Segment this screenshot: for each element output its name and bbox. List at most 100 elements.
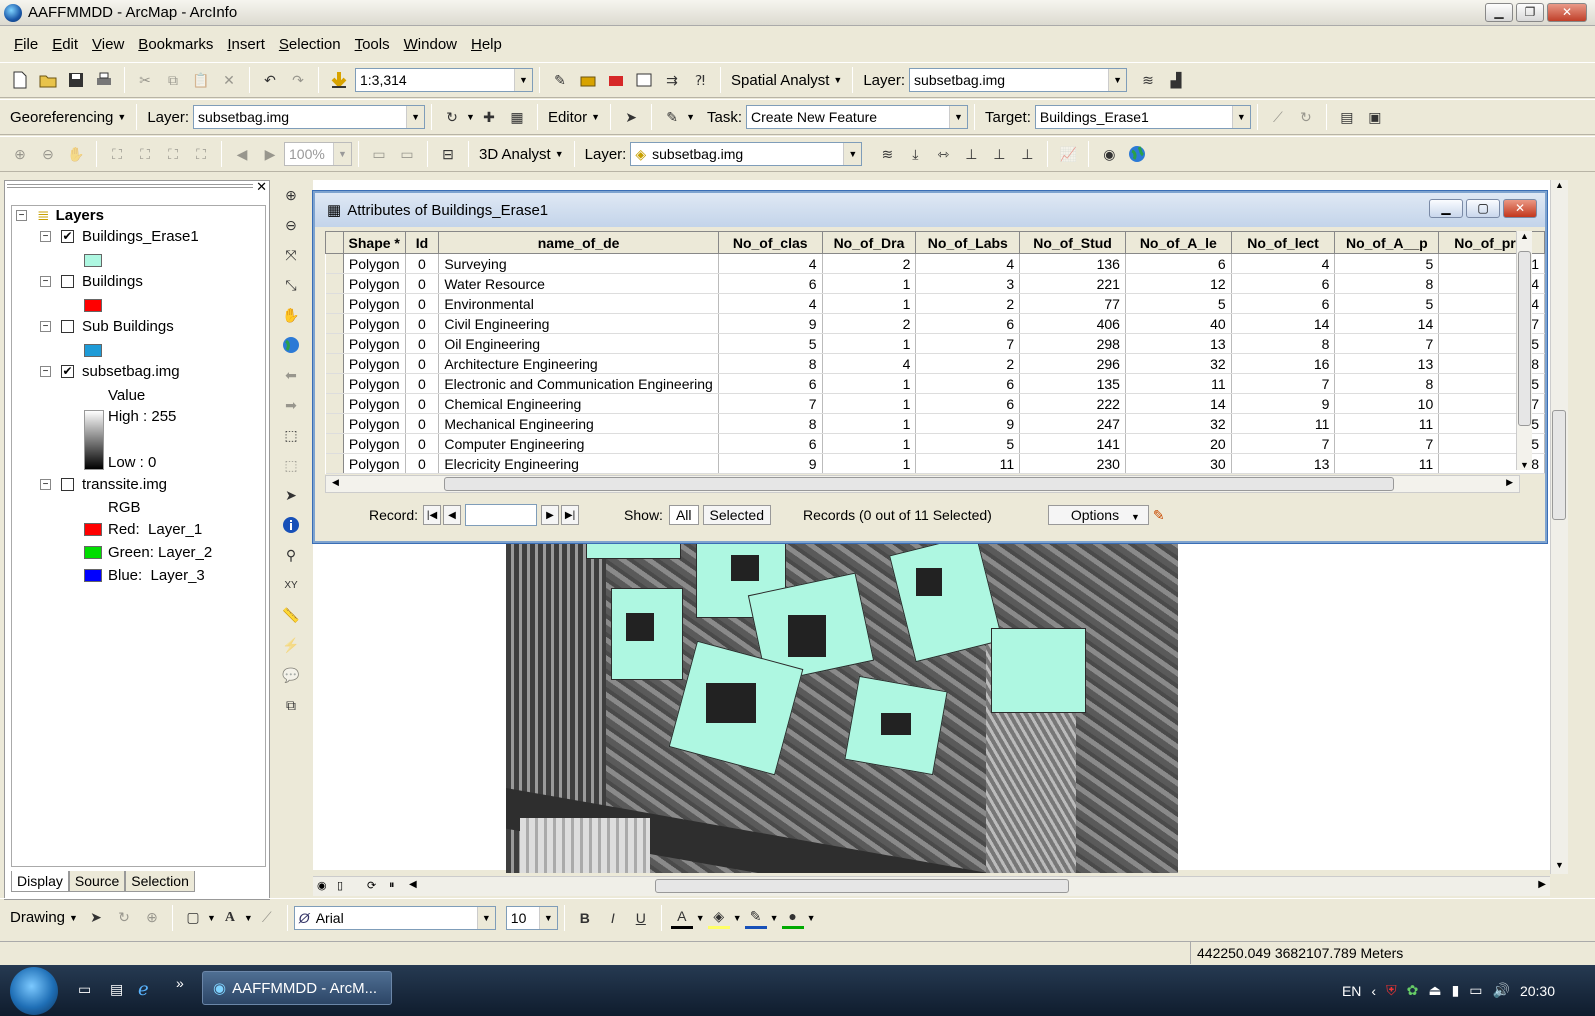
identify-icon[interactable] [280, 514, 302, 536]
scroll-up-icon[interactable]: ▲ [1551, 180, 1568, 194]
table-cell[interactable]: 1 [822, 453, 917, 474]
editor-menu[interactable]: Editor ▼ [548, 109, 600, 126]
legend-swatch[interactable] [84, 254, 102, 267]
scroll-left-icon[interactable]: ◀ [332, 477, 339, 488]
minimize-button[interactable]: ▁ [1485, 3, 1513, 22]
layer-checkbox[interactable] [61, 320, 74, 333]
collapse-icon[interactable]: − [40, 231, 51, 242]
table-cell[interactable]: 0 [405, 273, 440, 294]
cut-icon[interactable]: ✂ [134, 69, 156, 91]
volume-icon[interactable]: 🔊 [1493, 982, 1510, 999]
building-polygon[interactable] [586, 543, 681, 559]
table-vertical-scrollbar[interactable]: ▲ ▼ [1516, 231, 1532, 470]
go-to-xy-icon[interactable]: XY [280, 574, 302, 596]
table-cell[interactable]: 9 [718, 453, 823, 474]
table-cell[interactable]: Oil Engineering [438, 333, 719, 354]
table-cell[interactable]: 77 [1019, 293, 1126, 314]
dialog-minimize-button[interactable]: ▁ [1429, 199, 1463, 218]
split-tool-icon[interactable]: ⟋ [1267, 106, 1289, 128]
table-cell[interactable]: 1 [822, 413, 917, 434]
legend-swatch[interactable] [84, 546, 102, 559]
layer-name[interactable]: transsite.img [82, 476, 167, 493]
table-cell[interactable]: 8 [1334, 373, 1440, 394]
table-cell[interactable]: 1 [822, 333, 917, 354]
table-cell[interactable]: 0 [405, 353, 440, 374]
collapse-icon[interactable]: − [16, 209, 27, 221]
menu-window[interactable]: Window [398, 36, 463, 53]
row-selector[interactable] [325, 253, 344, 274]
rotate-tool-icon[interactable]: ↻ [1295, 106, 1317, 128]
interpolate-polygon-icon[interactable]: ⊥ [1016, 143, 1038, 165]
menu-view[interactable]: View [86, 36, 130, 53]
pan-icon[interactable]: ✋ [65, 143, 87, 165]
layer-name[interactable]: subsetbag.img [82, 363, 180, 380]
column-header[interactable]: No_of_Stud [1019, 231, 1126, 254]
table-cell[interactable]: 11 [1231, 413, 1336, 434]
display-icon[interactable]: ▭ [1469, 982, 1482, 999]
table-cell[interactable]: 3 [915, 273, 1021, 294]
font-color-icon[interactable]: A [670, 907, 693, 929]
tab-source[interactable]: Source [68, 871, 126, 892]
scroll-down-icon[interactable]: ▼ [1551, 860, 1568, 874]
table-row[interactable]: Polygon 0 Electronic and Communication Eng… [325, 373, 1545, 394]
row-selector[interactable] [325, 433, 344, 454]
collapse-icon[interactable]: − [40, 366, 51, 377]
table-cell[interactable]: Polygon [343, 453, 406, 474]
table-cell[interactable]: 247 [1019, 413, 1126, 434]
paste-icon[interactable]: 📋 [190, 69, 212, 91]
zoom-in-fixed-icon[interactable]: ⊕ [9, 143, 31, 165]
delete-icon[interactable]: ✕ [218, 69, 240, 91]
layer-name[interactable]: Sub Buildings [82, 318, 174, 335]
column-header[interactable]: No_of_A__p [1334, 231, 1440, 254]
table-cell[interactable]: Polygon [343, 393, 406, 414]
table-row[interactable]: Polygon 0 Surveying 4 2 4 136 6 4 5 1 [325, 253, 1545, 274]
table-cell[interactable]: 11 [1334, 413, 1440, 434]
table-cell[interactable]: 4 [1231, 253, 1336, 274]
select-elements-icon[interactable]: ➤ [85, 907, 107, 929]
table-cell[interactable]: 7 [1231, 373, 1336, 394]
table-row[interactable]: Polygon 0 Elecricity Engineering 9 1 11 230 30 1… [325, 453, 1545, 474]
table-cell[interactable]: 20 [1125, 433, 1232, 454]
internet-explorer-icon[interactable]: ℯ [138, 979, 149, 1000]
column-header[interactable]: Id [404, 231, 440, 254]
table-cell[interactable]: 1 [822, 393, 917, 414]
interpolate-point-icon[interactable]: ⊥ [960, 143, 982, 165]
table-row[interactable]: Polygon 0 Computer Engineering 6 1 5 141 20 7 7 5 [325, 433, 1545, 454]
row-selector[interactable] [325, 353, 344, 374]
table-cell[interactable]: 0 [405, 433, 440, 454]
layer-checkbox[interactable] [61, 275, 74, 288]
table-cell[interactable]: 1 [822, 273, 917, 294]
add-control-points-icon[interactable]: ✚ [478, 106, 500, 128]
table-cell[interactable]: 7 [915, 333, 1021, 354]
table-cell[interactable]: 135 [1019, 373, 1126, 394]
table-cell[interactable]: Polygon [343, 333, 406, 354]
table-row[interactable]: Polygon 0 Environmental 4 1 2 77 5 6 5 4 [325, 293, 1545, 314]
redo-icon[interactable]: ↷ [287, 69, 309, 91]
editor-toolbar-icon[interactable]: ✎ [549, 69, 571, 91]
table-cell[interactable]: 5 [1125, 293, 1232, 314]
table-cell[interactable]: 7 [1334, 333, 1440, 354]
table-cell[interactable]: Chemical Engineering [438, 393, 719, 414]
table-cell[interactable]: 4 [822, 353, 917, 374]
forward-extent-icon[interactable]: ▶ [259, 143, 281, 165]
table-cell[interactable]: 4 [718, 253, 823, 274]
table-row[interactable]: Polygon 0 Mechanical Engineering 8 1 9 247 32 11… [325, 413, 1545, 434]
table-row[interactable]: Polygon 0 Civil Engineering 9 2 6 406 40 14 14 7 [325, 313, 1545, 334]
zoom-percent-combo[interactable]: 100% ▼ [284, 142, 352, 166]
scroll-down-icon[interactable]: ▼ [1517, 460, 1532, 470]
table-cell[interactable]: Elecricity Engineering [438, 453, 719, 474]
table-cell[interactable]: 406 [1019, 313, 1126, 334]
table-cell[interactable]: 1 [822, 433, 917, 454]
zoom-to-layer-icon[interactable]: ⛶ [190, 143, 212, 165]
table-cell[interactable]: 7 [718, 393, 823, 414]
row-selector[interactable] [325, 293, 344, 314]
table-cell[interactable]: 5 [1334, 293, 1440, 314]
scroll-thumb[interactable] [655, 879, 1069, 893]
layer-checkbox[interactable]: ✔ [61, 230, 74, 243]
table-cell[interactable]: 0 [405, 293, 440, 314]
table-row[interactable]: Polygon 0 Architecture Engineering 8 4 2 296 32… [325, 353, 1545, 374]
security-icon[interactable]: ⛨ [1386, 982, 1397, 999]
language-indicator[interactable]: EN [1342, 983, 1361, 999]
scroll-up-icon[interactable]: ▲ [1517, 231, 1532, 241]
row-selector[interactable] [325, 373, 344, 394]
